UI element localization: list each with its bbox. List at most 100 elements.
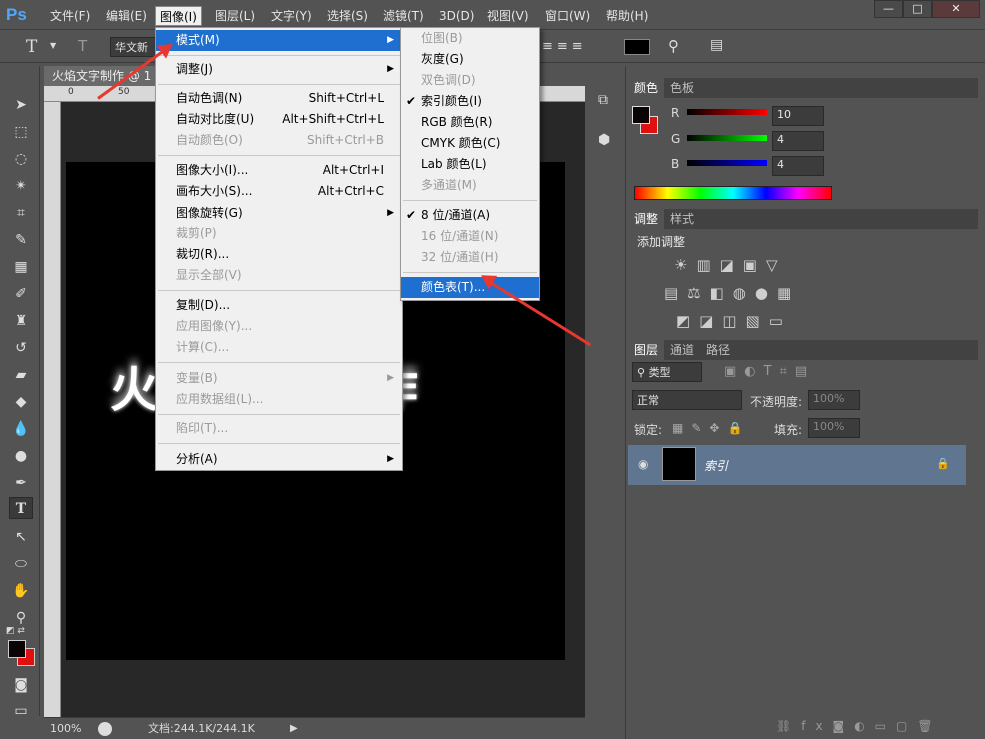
- color-spectrum[interactable]: [634, 186, 832, 200]
- mode-rgb[interactable]: RGB 颜色(R): [401, 112, 539, 133]
- history-brush-icon[interactable]: ↺: [9, 337, 33, 359]
- healing-brush-icon[interactable]: ▦: [9, 256, 33, 278]
- document-tab[interactable]: 火焰文字制作 @ 1: [44, 66, 164, 86]
- status-arrow-icon[interactable]: ▶: [290, 719, 298, 739]
- search-icon: ⚲: [637, 366, 649, 379]
- screen-mode-icon[interactable]: ▭: [9, 700, 33, 722]
- blur-tool-icon[interactable]: 💧: [9, 418, 33, 440]
- color-panel-fg-swatch[interactable]: [632, 106, 650, 124]
- menu-filter[interactable]: 滤镜(T): [379, 6, 428, 26]
- paint-bucket-icon[interactable]: ◆: [9, 391, 33, 413]
- image-menu-canvas-size[interactable]: 画布大小(S)... Alt+Ctrl+C: [156, 181, 402, 202]
- menu-select[interactable]: 选择(S): [323, 6, 372, 26]
- align-icons[interactable]: ≡≡≡: [542, 39, 612, 55]
- chevron-down-icon[interactable]: ▼: [50, 41, 56, 50]
- image-menu-trim[interactable]: 裁切(R)...: [156, 244, 402, 265]
- layer-name[interactable]: 索引: [704, 457, 728, 474]
- menu-view[interactable]: 视图(V): [483, 6, 533, 26]
- mode-grayscale[interactable]: 灰度(G): [401, 49, 539, 70]
- layer-footer-icons[interactable]: ⛓fx◙◐▭▢🗑: [776, 719, 943, 733]
- image-menu-image-size[interactable]: 图像大小(I)... Alt+Ctrl+I: [156, 160, 402, 181]
- image-menu-auto-tone[interactable]: 自动色调(N) Shift+Ctrl+L: [156, 88, 402, 109]
- text-tool-icon[interactable]: T: [9, 497, 33, 519]
- foreground-color-swatch[interactable]: [8, 640, 26, 658]
- move-tool-icon[interactable]: ➤: [9, 94, 33, 116]
- adjustment-icons-row-1[interactable]: ☀▥◪▣▽: [674, 256, 787, 274]
- menu-image[interactable]: 图像(I): [155, 6, 202, 26]
- menu-file[interactable]: 文件(F): [46, 6, 94, 26]
- b-slider[interactable]: [687, 160, 767, 166]
- stamp-tool-icon[interactable]: ♜: [9, 310, 33, 332]
- text-color-swatch[interactable]: [624, 39, 650, 55]
- menu-3d[interactable]: 3D(D): [435, 6, 478, 26]
- g-value-field[interactable]: 4: [772, 131, 824, 151]
- default-colors-icon[interactable]: ◩ ⇄: [6, 626, 25, 636]
- dodge-tool-icon[interactable]: ●: [9, 445, 33, 467]
- font-family-field[interactable]: 华文新: [110, 37, 156, 57]
- status-icon[interactable]: [98, 722, 112, 736]
- tab-styles[interactable]: 样式: [664, 209, 700, 229]
- mode-8-bit[interactable]: ✔ 8 位/通道(A): [401, 205, 539, 226]
- warp-text-icon[interactable]: ⚲: [668, 37, 679, 55]
- b-value-field[interactable]: 4: [772, 156, 824, 176]
- orientation-icon[interactable]: T: [78, 37, 87, 55]
- mode-16-bit: 16 位/通道(N): [421, 229, 499, 243]
- tab-adjustments[interactable]: 调整: [628, 209, 665, 229]
- layer-filter-icons[interactable]: ▣◐T⌗▤: [724, 364, 815, 379]
- tab-channels[interactable]: 通道: [664, 340, 700, 360]
- eraser-tool-icon[interactable]: ▰: [9, 364, 33, 386]
- close-button[interactable]: ✕: [932, 0, 980, 18]
- image-menu-auto-contrast[interactable]: 自动对比度(U) Alt+Shift+Ctrl+L: [156, 109, 402, 130]
- tab-color[interactable]: 颜色: [628, 78, 665, 98]
- r-slider[interactable]: [687, 109, 767, 115]
- image-menu-analysis[interactable]: 分析(A) ▶: [156, 449, 402, 470]
- opacity-field[interactable]: 100%: [808, 390, 860, 410]
- menu-edit[interactable]: 编辑(E): [102, 6, 151, 26]
- fill-field[interactable]: 100%: [808, 418, 860, 438]
- brush-tool-icon[interactable]: ✐: [9, 283, 33, 305]
- 3d-panel-icon[interactable]: ⬢: [598, 132, 610, 148]
- adjustment-icons-row-3[interactable]: ◩◪◫▧▭: [676, 312, 792, 330]
- vertical-ruler: [44, 102, 61, 717]
- pen-tool-icon[interactable]: ✒: [9, 472, 33, 494]
- tab-paths[interactable]: 路径: [700, 340, 736, 360]
- menu-help[interactable]: 帮助(H): [602, 6, 652, 26]
- layer-filter-select[interactable]: ⚲ 类型: [632, 362, 702, 382]
- menu-window[interactable]: 窗口(W): [541, 6, 594, 26]
- menu-type[interactable]: 文字(Y): [267, 6, 316, 26]
- layer-row[interactable]: ◉ 索引 🔒: [628, 445, 966, 485]
- menu-layer[interactable]: 图层(L): [211, 6, 259, 26]
- panels-icon[interactable]: ▤: [710, 37, 723, 53]
- minimize-button[interactable]: —: [874, 0, 903, 18]
- eye-icon[interactable]: ◉: [638, 457, 648, 471]
- mode-indexed-color[interactable]: ✔ 索引颜色(I): [401, 91, 539, 112]
- image-menu-mode[interactable]: 模式(M) ▶: [156, 30, 402, 51]
- r-value-field[interactable]: 10: [772, 106, 824, 126]
- eyedropper-icon[interactable]: ✎: [9, 229, 33, 251]
- mode-color-table[interactable]: 颜色表(T)...: [401, 277, 539, 298]
- mode-cmyk[interactable]: CMYK 颜色(C): [401, 133, 539, 154]
- ellipse-tool-icon[interactable]: ⬭: [9, 553, 33, 575]
- g-slider[interactable]: [687, 135, 767, 141]
- maximize-button[interactable]: □: [903, 0, 932, 18]
- image-menu-rotation[interactable]: 图像旋转(G) ▶: [156, 203, 402, 224]
- lock-icons[interactable]: ▦✎✥🔒: [672, 421, 750, 435]
- path-select-icon[interactable]: ↖: [9, 526, 33, 548]
- adjustment-icons-row-2[interactable]: ▤⚖◧◍●▦: [664, 284, 800, 302]
- type-tool-icon[interactable]: T: [26, 37, 37, 57]
- tab-swatches[interactable]: 色板: [664, 78, 700, 98]
- crop-tool-icon[interactable]: ⌗: [9, 202, 33, 224]
- image-menu-adjust[interactable]: 调整(J) ▶: [156, 59, 402, 80]
- fill-label: 填充:: [774, 423, 803, 437]
- magic-wand-icon[interactable]: ✴: [9, 175, 33, 197]
- mode-lab[interactable]: Lab 颜色(L): [401, 154, 539, 175]
- image-menu-duplicate[interactable]: 复制(D)...: [156, 295, 402, 316]
- zoom-level[interactable]: 100%: [50, 719, 81, 739]
- blend-mode-select[interactable]: 正常: [632, 390, 742, 410]
- history-icon[interactable]: ⧉: [598, 92, 608, 108]
- quick-mask-icon[interactable]: ◙: [9, 674, 33, 696]
- tab-layers[interactable]: 图层: [628, 340, 665, 360]
- hand-tool-icon[interactable]: ✋: [9, 580, 33, 602]
- marquee-tool-icon[interactable]: ⬚: [9, 121, 33, 143]
- lasso-tool-icon[interactable]: ◌: [9, 148, 33, 170]
